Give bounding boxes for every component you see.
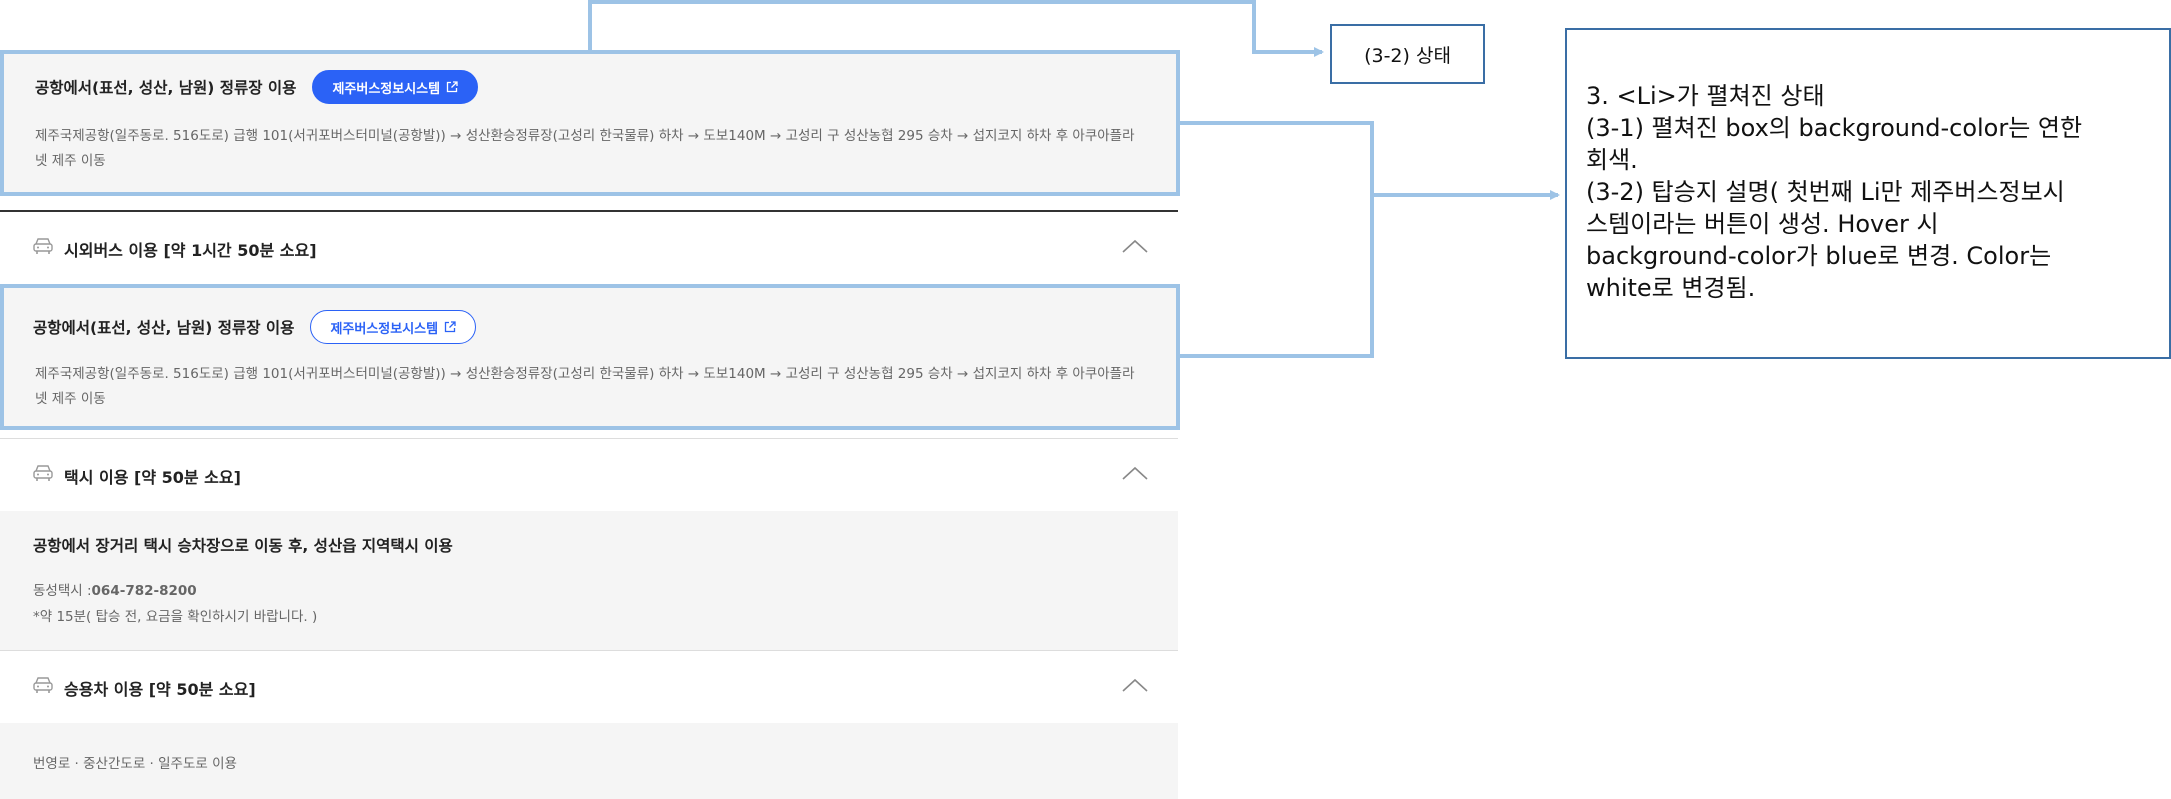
note-line: background-color가 blue로 변경. Color는: [1586, 242, 2052, 270]
chevron-up-icon[interactable]: [1122, 238, 1148, 258]
taxi-phone-number[interactable]: 064-782-8200: [92, 583, 197, 599]
state-label-box: (3-2) 상태: [1330, 24, 1485, 84]
route-title-row: 공항에서(표선, 성산, 남원) 정류장 이용 제주버스정보시스템: [33, 310, 477, 344]
bus-info-button[interactable]: 제주버스정보시스템: [312, 70, 479, 104]
note-line: (3-1) 펼쳐진 box의 background-color는 연한: [1586, 114, 2083, 142]
connector-line-note: [1180, 121, 1558, 358]
chevron-up-icon[interactable]: [1122, 677, 1148, 697]
car-icon: [32, 675, 54, 699]
bus-info-button-label: 제주버스정보시스템: [332, 81, 441, 97]
note-line: 3. <Li>가 펼쳐진 상태: [1586, 82, 1825, 110]
section-header-label: 택시 이용 [약 50분 소요]: [64, 468, 241, 487]
route-description: 제주국제공항(일주동로. 516도로) 급행 101(서귀포버스터미널(공항발)…: [35, 366, 1135, 407]
note-line: 회색.: [1586, 146, 1638, 174]
route-item-expanded: 공항에서(표선, 성산, 남원) 정류장 이용 제주버스정보시스템 제주국제공항…: [0, 50, 1178, 194]
taxi-phone-line: 동성택시 :064-782-8200: [33, 579, 197, 599]
note-line: white로 변경됨.: [1586, 274, 1756, 302]
section-header-label: 시외버스 이용 [약 1시간 50분 소요]: [64, 241, 317, 260]
taxi-note: *약 15분( 탑승 전, 요금을 확인하시기 바랍니다. ): [33, 609, 318, 625]
section-header-taxi[interactable]: 택시 이용 [약 50분 소요]: [0, 439, 1178, 511]
note-line: (3-2) 탑승지 설명( 첫번째 Li만 제주버스정보시: [1586, 178, 2065, 206]
route-title-row: 공항에서(표선, 성산, 남원) 정류장 이용 제주버스정보시스템: [35, 70, 479, 104]
directions-panel: 공항에서(표선, 성산, 남원) 정류장 이용 제주버스정보시스템 제주국제공항…: [0, 0, 1180, 799]
car-icon: [32, 463, 54, 487]
route-item-expanded: 공항에서(표선, 성산, 남원) 정류장 이용 제주버스정보시스템 제주국제공항…: [0, 284, 1178, 428]
taxi-title: 공항에서 장거리 택시 승차장으로 이동 후, 성산읍 지역택시 이용: [33, 537, 453, 555]
bus-info-button-label: 제주버스정보시스템: [330, 321, 439, 337]
note-line: 스템이라는 버튼이 생성. Hover 시: [1586, 210, 1939, 238]
route-title: 공항에서(표선, 성산, 남원) 정류장 이용: [35, 79, 297, 97]
section-header-intercity-bus[interactable]: 시외버스 이용 [약 1시간 50분 소요]: [0, 212, 1178, 284]
chevron-up-icon[interactable]: [1122, 465, 1148, 485]
section-header-car[interactable]: 승용차 이용 [약 50분 소요]: [0, 651, 1178, 723]
route-description: 제주국제공항(일주동로. 516도로) 급행 101(서귀포버스터미널(공항발)…: [35, 128, 1135, 169]
taxi-content: 공항에서 장거리 택시 승차장으로 이동 후, 성산읍 지역택시 이용 동성택시…: [0, 511, 1178, 650]
car-route: 번영로 · 중산간도로 · 일주도로 이용: [33, 756, 237, 772]
section-header-label: 승용차 이용 [약 50분 소요]: [64, 680, 256, 699]
taxi-company-label: 동성택시 :: [33, 583, 92, 599]
route-title: 공항에서(표선, 성산, 남원) 정류장 이용: [33, 319, 295, 337]
bus-info-button[interactable]: 제주버스정보시스템: [310, 310, 477, 344]
car-content: 번영로 · 중산간도로 · 일주도로 이용: [0, 723, 1178, 799]
external-link-icon: [446, 81, 458, 93]
external-link-icon: [444, 321, 456, 333]
car-icon: [32, 236, 54, 260]
annotation-note-box: 3. <Li>가 펼쳐진 상태 (3-1) 펼쳐진 box의 backgroun…: [1565, 28, 2171, 359]
